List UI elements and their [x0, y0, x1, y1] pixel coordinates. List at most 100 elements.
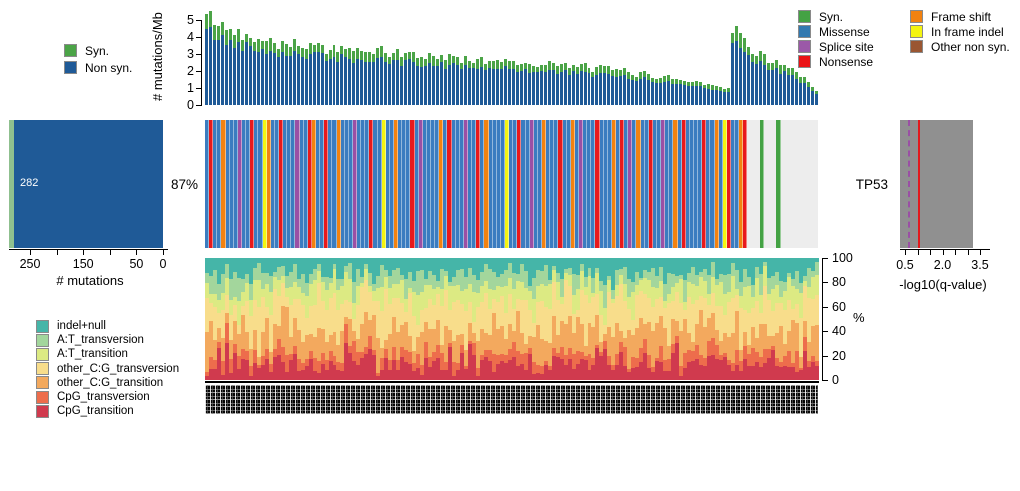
legend-label: Non syn.: [85, 61, 132, 75]
rate-bar-syn-segment: [297, 46, 300, 54]
rate-bar-nonsyn-segment: [448, 65, 451, 105]
rate-bar-nonsyn-segment: [329, 59, 332, 105]
rate-bar-nonsyn-segment: [336, 62, 339, 105]
rate-bar-nonsyn-segment: [791, 75, 794, 105]
rate-bar-syn-segment: [301, 48, 304, 57]
rate-bar-syn-segment: [309, 43, 312, 54]
rate-bar-nonsyn-segment: [297, 54, 300, 105]
legend-label: indel+null: [57, 320, 106, 332]
rate-bar-nonsyn-segment: [591, 77, 594, 105]
axis-tick-label: 80: [832, 275, 862, 289]
legend-item-at-transition: A:T_transition: [36, 347, 179, 361]
rate-bar-syn-segment: [384, 53, 387, 62]
rate-bar-nonsyn-segment: [803, 83, 806, 105]
axis-tick: [30, 250, 31, 255]
rate-bar-nonsyn-segment: [356, 59, 359, 105]
legend-item-frame-shift: Frame shift: [910, 9, 1010, 24]
rate-bar-syn-segment: [420, 57, 423, 66]
rate-bar-syn-segment: [213, 25, 216, 40]
axis-tick: [823, 380, 828, 381]
rate-bar-nonsyn-segment: [631, 80, 634, 105]
rate-bar-nonsyn-segment: [444, 69, 447, 105]
legend-label: CpG_transversion: [57, 391, 150, 403]
rate-bar-nonsyn-segment: [420, 67, 423, 105]
rate-bar-syn-segment: [476, 59, 479, 69]
legend-label: Missense: [819, 25, 870, 39]
rate-bar-syn-segment: [615, 69, 618, 77]
rate-bar-nonsyn-segment: [663, 82, 666, 105]
spectrum-segment: [815, 275, 819, 295]
rate-bar-syn-segment: [767, 63, 770, 71]
syn-swatch-icon: [64, 44, 77, 57]
rate-bar-syn-segment: [241, 40, 244, 52]
rate-bar-nonsyn-segment: [815, 94, 818, 105]
count-value-label: 282: [20, 177, 38, 189]
rate-bar-nonsyn-segment: [595, 75, 598, 105]
rate-bar-syn-segment: [412, 52, 415, 62]
rate-bar-nonsyn-segment: [755, 64, 758, 105]
rate-bar-nonsyn-segment: [767, 70, 770, 105]
rate-bar-syn-segment: [348, 48, 351, 59]
legend-label: Other non syn.: [931, 40, 1010, 54]
rate-bar-nonsyn-segment: [245, 42, 248, 105]
rate-bar-nonsyn-segment: [540, 71, 543, 105]
rate-bar-nonsyn-segment: [277, 57, 280, 105]
rate-bar-nonsyn-segment: [799, 83, 802, 105]
rate-bar-nonsyn-segment: [576, 74, 579, 105]
mutation-count-chart: 282: [9, 120, 167, 248]
legend-item-indel-null: indel+null: [36, 319, 179, 333]
rate-bar-nonsyn-segment: [647, 80, 650, 105]
rate-bar-syn-segment: [392, 53, 395, 61]
rate-bar-nonsyn-segment: [237, 42, 240, 105]
rate-bar-nonsyn-segment: [424, 66, 427, 105]
axis-tick-label: 3.5: [966, 258, 994, 272]
qvalue-axis-title: -log10(q-value): [878, 277, 1008, 292]
rate-bar-syn-segment: [544, 65, 547, 72]
axis-tick: [823, 282, 828, 283]
rate-bar-nonsyn-segment: [488, 68, 491, 105]
cpg-transversion-swatch-icon: [36, 391, 49, 404]
rate-bar-nonsyn-segment: [607, 74, 610, 105]
rate-bar-syn-segment: [580, 64, 583, 71]
rate-bar-nonsyn-segment: [611, 76, 614, 105]
rate-bar-nonsyn-segment: [520, 71, 523, 105]
rate-bar-syn-segment: [237, 29, 240, 42]
cpg-transition-swatch-icon: [36, 405, 49, 418]
mutation-spectrum-chart: [205, 258, 818, 380]
rate-bar-nonsyn-segment: [388, 64, 391, 105]
axis-tick: [823, 331, 828, 332]
rate-bar-nonsyn-segment: [408, 59, 411, 105]
rate-bar-syn-segment: [277, 49, 280, 57]
qvalue-bar: [900, 120, 973, 248]
rate-bar-nonsyn-segment: [727, 92, 730, 105]
rate-bar-syn-segment: [464, 56, 467, 65]
rate-bar-nonsyn-segment: [588, 73, 591, 105]
rate-bar-syn-segment: [623, 68, 626, 75]
spectrum-segment: [815, 325, 819, 360]
axis-tick: [955, 250, 956, 255]
axis-tick: [196, 37, 201, 38]
nonsense-swatch-icon: [798, 55, 811, 68]
rate-bar-nonsyn-segment: [281, 52, 284, 105]
rate-bar-syn-segment: [584, 63, 587, 71]
nonsyn-swatch-icon: [64, 61, 77, 74]
axis-tick: [823, 258, 828, 259]
rate-bar-nonsyn-segment: [811, 91, 814, 105]
other-cg-transition-swatch-icon: [36, 376, 49, 389]
qvalue-chart: [900, 120, 990, 248]
rate-bar-nonsyn-segment: [321, 53, 324, 105]
axis-tick: [57, 250, 58, 255]
rate-bar-nonsyn-segment: [472, 68, 475, 105]
rate-bar-syn-segment: [595, 67, 598, 75]
rate-bar-nonsyn-segment: [655, 83, 658, 105]
rate-bar-syn-segment: [564, 63, 567, 70]
rate-bar-nonsyn-segment: [333, 57, 336, 105]
splice-site-swatch-icon: [798, 40, 811, 53]
mutation-type-legend-col1: Syn. Missense Splice site Nonsense: [798, 9, 874, 69]
rate-bar-nonsyn-segment: [340, 54, 343, 105]
rate-bar-nonsyn-segment: [560, 72, 563, 105]
rate-bar-nonsyn-segment: [432, 66, 435, 105]
rate-bar-nonsyn-segment: [783, 71, 786, 105]
at-transversion-swatch-icon: [36, 334, 49, 347]
legend-label: A:T_transversion: [57, 334, 144, 346]
